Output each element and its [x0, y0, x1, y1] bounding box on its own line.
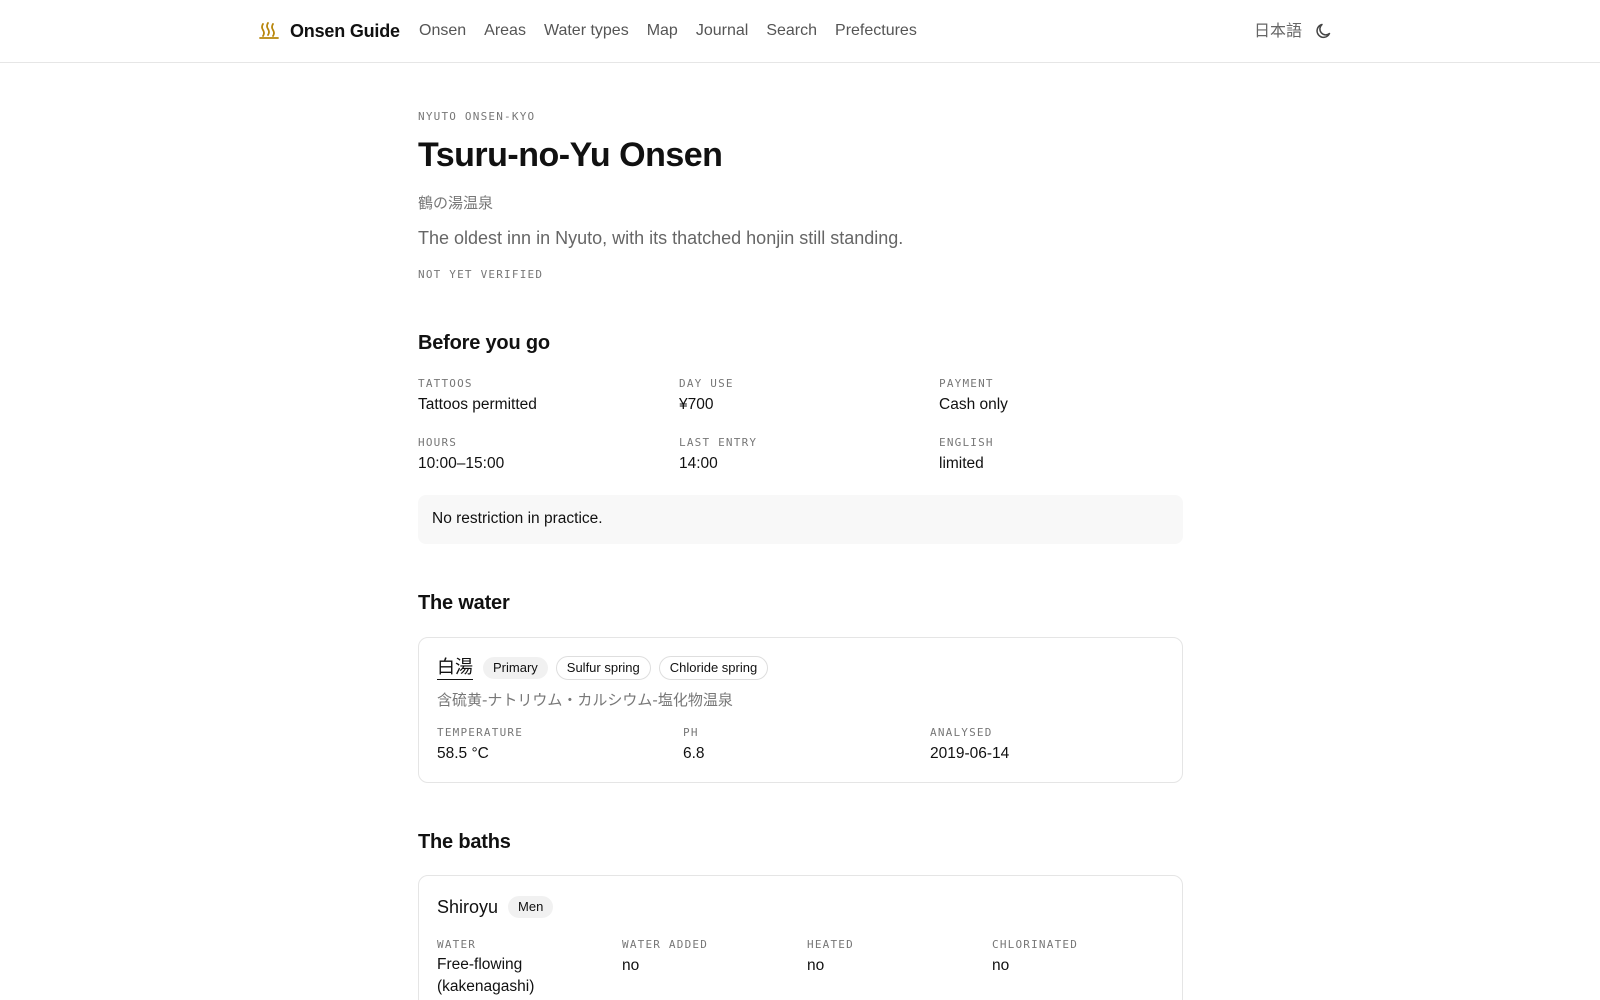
- stat-value: no: [622, 957, 640, 974]
- tag-chloride-spring[interactable]: Chloride spring: [658, 656, 769, 680]
- stat-value: Free-flowing (kakenagashi): [437, 954, 534, 998]
- main-nav: Onsen Areas Water types Map Journal Sear…: [419, 20, 935, 42]
- stat-value: no: [807, 957, 825, 974]
- fact-label: DAY USE: [679, 377, 734, 390]
- japanese-name: 鶴の湯温泉: [418, 194, 494, 212]
- water-source-header: 白湯 Primary Sulfur spring Chloride spring: [437, 656, 776, 680]
- nav-prefectures[interactable]: Prefectures: [835, 20, 917, 42]
- stat-label: WATER ADDED: [622, 938, 709, 951]
- fact-tattoos: TATTOOS Tattoos permitted: [418, 377, 537, 414]
- tag-men: Men: [508, 896, 554, 918]
- page-title: Tsuru-no-Yu Onsen: [418, 136, 723, 174]
- fact-english: ENGLISH limited: [939, 436, 994, 473]
- nav-map[interactable]: Map: [647, 20, 678, 42]
- nav-journal[interactable]: Journal: [696, 20, 748, 42]
- fact-value: limited: [939, 455, 984, 472]
- before-you-go-heading: Before you go: [418, 332, 550, 354]
- stat-value: 2019-06-14: [930, 745, 1010, 762]
- fact-last-entry: LAST ENTRY 14:00: [679, 436, 757, 473]
- brand-link[interactable]: Onsen Guide: [258, 18, 400, 44]
- fact-label: PAYMENT: [939, 377, 994, 390]
- stat-label: TEMPERATURE: [437, 726, 524, 739]
- stat-value-line1: Free-flowing: [437, 956, 523, 973]
- language-switch[interactable]: 日本語: [1254, 20, 1302, 42]
- fact-hours: HOURS 10:00–15:00: [418, 436, 504, 473]
- fact-value: Tattoos permitted: [418, 396, 537, 413]
- stat-label: ANALYSED: [930, 726, 993, 739]
- fact-day-use: DAY USE ¥700: [679, 377, 734, 414]
- nav-onsen[interactable]: Onsen: [419, 20, 466, 42]
- bath-stat-heated: HEATED no: [807, 938, 854, 975]
- tattoo-note: No restriction in practice.: [418, 495, 1183, 544]
- stat-label: WATER: [437, 938, 477, 951]
- stat-value: no: [992, 957, 1010, 974]
- fact-value: 14:00: [679, 455, 718, 472]
- water-heading: The water: [418, 592, 510, 614]
- hot-springs-icon: [258, 20, 280, 42]
- nav-search[interactable]: Search: [766, 20, 817, 42]
- stat-label: HEATED: [807, 938, 854, 951]
- stat-temperature: TEMPERATURE 58.5 °C: [437, 726, 523, 763]
- bath-stat-water-added: WATER ADDED no: [622, 938, 708, 975]
- stat-label: CHLORINATED: [992, 938, 1079, 951]
- stat-label: PH: [683, 726, 699, 739]
- bath-card: Shiroyu Men WATER Free-flowing (kakenaga…: [418, 875, 1183, 1000]
- bath-stat-chlorinated: CHLORINATED no: [992, 938, 1078, 975]
- area-eyebrow: NYUTO ONSEN-KYO: [418, 110, 536, 123]
- top-navigation-bar: Onsen Guide Onsen Areas Water types Map …: [0, 0, 1600, 63]
- fact-label: HOURS: [418, 436, 458, 449]
- fact-label: LAST ENTRY: [679, 436, 758, 449]
- fact-value: ¥700: [679, 396, 714, 413]
- water-classification: 含硫黄-ナトリウム・カルシウム-塩化物温泉: [437, 691, 733, 709]
- bath-header: Shiroyu Men: [437, 896, 561, 918]
- fact-value: 10:00–15:00: [418, 455, 505, 472]
- fact-label: TATTOOS: [418, 377, 473, 390]
- tag-primary: Primary: [483, 657, 548, 679]
- fact-value: Cash only: [939, 396, 1008, 413]
- water-source-card: 白湯 Primary Sulfur spring Chloride spring…: [418, 637, 1183, 783]
- stat-ph: PH 6.8: [683, 726, 705, 763]
- water-source-name[interactable]: 白湯: [437, 657, 473, 680]
- bath-stat-water: WATER Free-flowing (kakenagashi): [437, 938, 534, 998]
- brand-name: Onsen Guide: [290, 20, 400, 41]
- fact-payment: PAYMENT Cash only: [939, 377, 1008, 414]
- nav-areas[interactable]: Areas: [484, 20, 526, 42]
- nav-water-types[interactable]: Water types: [544, 20, 629, 42]
- stat-value: 6.8: [683, 745, 705, 762]
- fact-label: ENGLISH: [939, 436, 994, 449]
- moon-icon[interactable]: [1314, 21, 1334, 41]
- baths-heading: The baths: [418, 831, 511, 853]
- stat-analysed: ANALYSED 2019-06-14: [930, 726, 1009, 763]
- verification-status: NOT YET VERIFIED: [418, 268, 544, 281]
- tag-sulfur-spring[interactable]: Sulfur spring: [555, 656, 651, 680]
- tagline: The oldest inn in Nyuto, with its thatch…: [418, 228, 904, 248]
- stat-value: 58.5 °C: [437, 745, 489, 762]
- stat-value-line2: (kakenagashi): [437, 978, 535, 995]
- bath-name: Shiroyu: [437, 896, 499, 917]
